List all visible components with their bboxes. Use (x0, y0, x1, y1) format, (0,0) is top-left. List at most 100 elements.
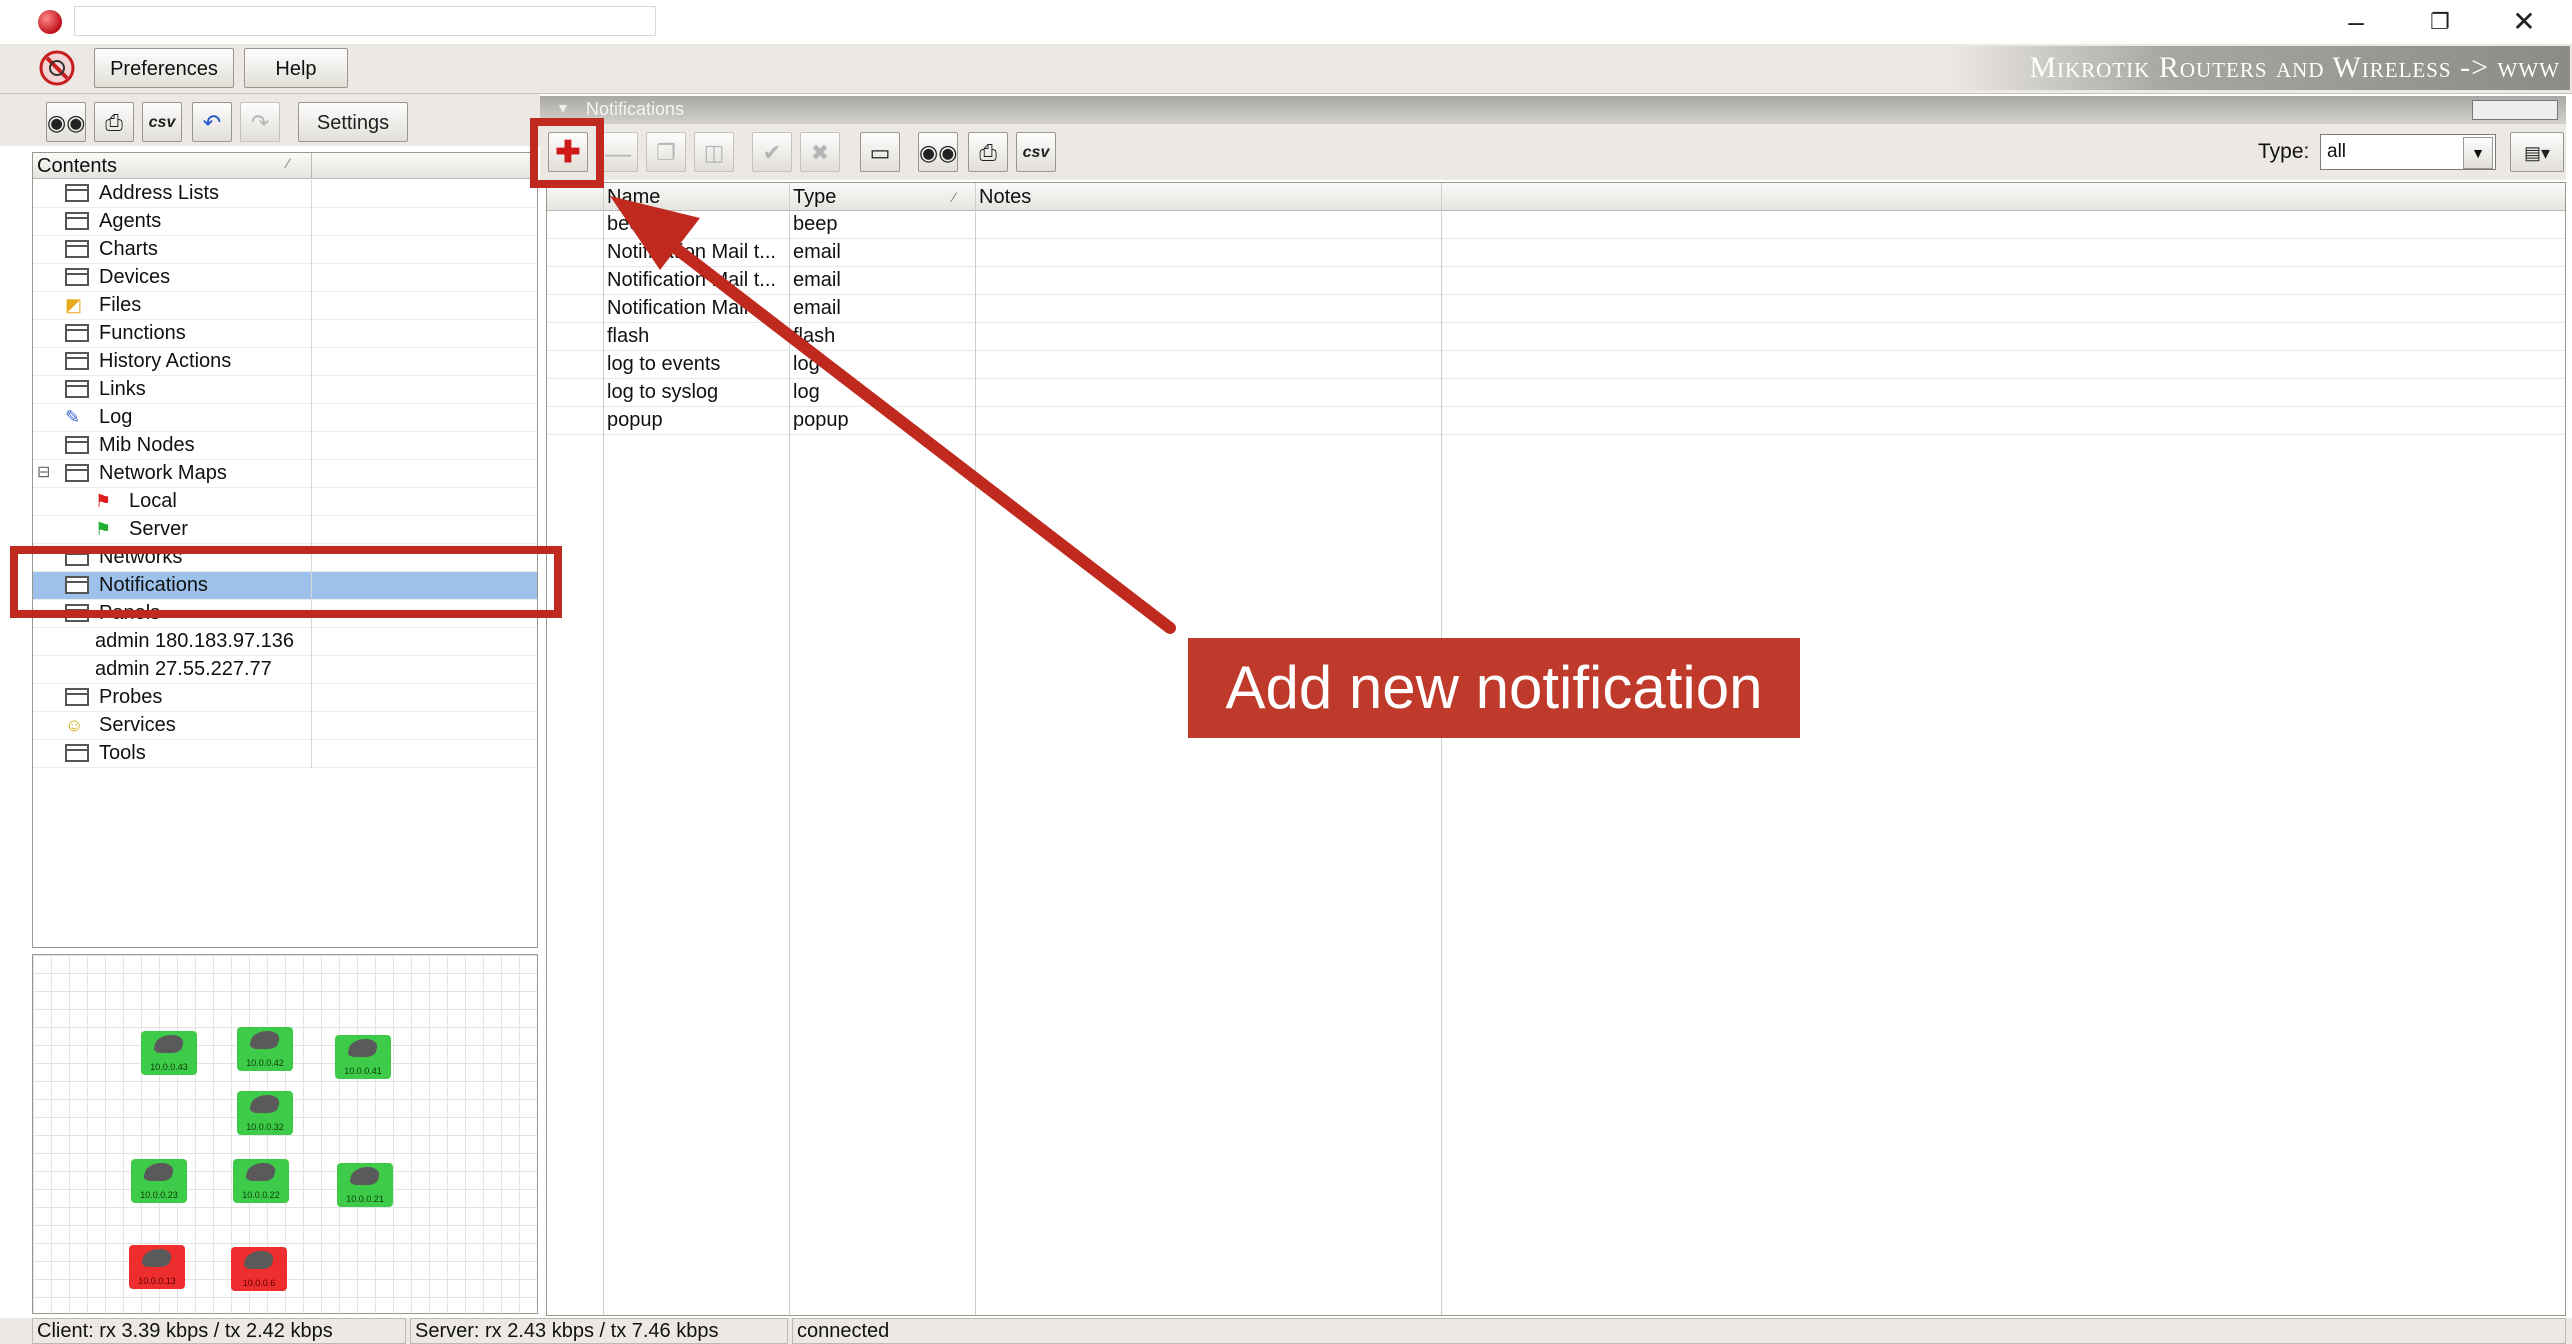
map-node-label: 10.0.0.32 (246, 1122, 284, 1132)
table-icon (65, 744, 89, 762)
table-row[interactable]: log to syslog log (547, 379, 2565, 407)
map-node[interactable]: 10.0.0.6 (231, 1247, 287, 1291)
table-row[interactable]: beep beep (547, 211, 2565, 239)
table-row[interactable]: Notification Mail t... email (547, 239, 2565, 267)
enable-button[interactable]: ✔ (752, 132, 792, 172)
cell-type: email (793, 297, 841, 319)
table-row[interactable]: log to events log (547, 351, 2565, 379)
tree-item[interactable]: admin 27.55.227.77 (33, 656, 537, 684)
tree-item[interactable]: ◩ Files (33, 292, 537, 320)
tree-item[interactable]: ⚑ Server (33, 516, 537, 544)
column-header-notes[interactable]: Notes (979, 186, 1031, 209)
remove-button[interactable]: — (598, 132, 638, 172)
export-csv-button-right[interactable]: csv (1016, 132, 1056, 172)
app-menu-icon[interactable] (38, 49, 76, 87)
collapse-icon[interactable]: ▼ (556, 100, 570, 116)
table-row[interactable]: Notification Mail email (547, 295, 2565, 323)
map-node[interactable]: 10.0.0.21 (337, 1163, 393, 1207)
paste-button[interactable]: ◫ (694, 132, 734, 172)
cell-type: log (793, 381, 820, 403)
table-icon (65, 380, 89, 398)
columns-menu-button[interactable]: ▤▾ (2510, 132, 2564, 172)
tree-item-label: Probes (99, 686, 163, 708)
column-divider (311, 376, 312, 404)
chevron-down-icon[interactable]: ▼ (2463, 137, 2493, 169)
redo-button[interactable]: ↷ (240, 102, 280, 142)
minimize-button[interactable]: – (2326, 4, 2386, 40)
table-row[interactable]: flash flash (547, 323, 2565, 351)
map-node[interactable]: 10.0.0.23 (131, 1159, 187, 1203)
find-button-right[interactable]: ◉◉ (918, 132, 958, 172)
map-node[interactable]: 10.0.0.32 (237, 1091, 293, 1135)
map-node[interactable]: 10.0.0.13 (129, 1245, 185, 1289)
column-divider (789, 183, 790, 1315)
cell-name: popup (607, 409, 663, 431)
tree-item[interactable]: Links (33, 376, 537, 404)
column-divider (311, 153, 312, 179)
tree-item[interactable]: ☺ Services (33, 712, 537, 740)
copy-button[interactable]: ❐ (646, 132, 686, 172)
tree-item[interactable]: Functions (33, 320, 537, 348)
map-node-label: 10.0.0.42 (246, 1058, 284, 1068)
cell-type: email (793, 241, 841, 263)
tree-item[interactable]: Devices (33, 264, 537, 292)
preferences-button[interactable]: Preferences (94, 48, 234, 88)
tree-item[interactable]: Agents (33, 208, 537, 236)
map-node[interactable]: 10.0.0.22 (233, 1159, 289, 1203)
undo-button[interactable]: ↶ (192, 102, 232, 142)
services-icon: ☺ (65, 715, 84, 735)
network-map-preview[interactable]: 10.0.0.43 10.0.0.42 10.0.0.41 10.0.0.32 10.0… (32, 954, 538, 1314)
find-button[interactable]: ◉◉ (46, 102, 86, 142)
restore-button[interactable]: ❐ (2410, 4, 2470, 40)
cell-name: Notification Mail t... (607, 241, 776, 263)
print-button-right[interactable]: ⎙ (968, 132, 1008, 172)
tree-item-label: Files (99, 294, 142, 316)
table-row[interactable]: popup popup (547, 407, 2565, 435)
tree-item[interactable]: ⊟ Network Maps (33, 460, 537, 488)
log-icon: ✎ (65, 407, 81, 427)
type-filter-select[interactable]: all ▼ (2320, 134, 2496, 170)
print-button[interactable]: ⎙ (94, 102, 134, 142)
column-divider (311, 180, 312, 208)
cell-type: beep (793, 213, 838, 235)
tree-item-label: Links (99, 378, 146, 400)
tree-item[interactable]: admin 180.183.97.136 (33, 628, 537, 656)
tree-item[interactable]: Tools (33, 740, 537, 768)
tree-item-label: Agents (99, 210, 162, 232)
column-divider (311, 432, 312, 460)
panel-title: Notifications (586, 99, 685, 119)
tree-item[interactable]: ⚑ Local (33, 488, 537, 516)
layout-switcher-icon[interactable] (2472, 100, 2558, 120)
help-button[interactable]: Help (244, 48, 348, 88)
comment-button[interactable]: ▭ (860, 132, 900, 172)
table-icon (65, 212, 89, 230)
close-button[interactable]: ✕ (2494, 4, 2554, 40)
tree-item[interactable]: Address Lists (33, 180, 537, 208)
column-divider (311, 348, 312, 376)
cell-name: Notification Mail (607, 297, 749, 319)
tree-item[interactable]: ✎ Log (33, 404, 537, 432)
map-node[interactable]: 10.0.0.41 (335, 1035, 391, 1079)
map-node[interactable]: 10.0.0.43 (141, 1031, 197, 1075)
table-row[interactable]: Notification Mail t... email (547, 267, 2565, 295)
tree-item[interactable]: Probes (33, 684, 537, 712)
router-icon (142, 1163, 176, 1181)
tree-item[interactable]: Mib Nodes (33, 432, 537, 460)
notifications-panel-header: ▼ Notifications (540, 96, 2566, 124)
column-header-type[interactable]: Type (793, 186, 836, 209)
tree-item[interactable]: History Actions (33, 348, 537, 376)
collapse-icon[interactable]: ⊟ (37, 462, 50, 482)
settings-button[interactable]: Settings (298, 102, 408, 142)
undo-icon: ↶ (202, 110, 222, 135)
tree-item-label: admin 180.183.97.136 (95, 630, 295, 652)
table-header: Name Type ⁄ Notes (547, 183, 2565, 211)
export-csv-button[interactable]: csv (142, 102, 182, 142)
disable-button[interactable]: ✖ (800, 132, 840, 172)
minus-icon: — (605, 138, 631, 168)
router-icon (140, 1249, 174, 1267)
tree-item-label: Address Lists (99, 182, 220, 204)
tree-item[interactable]: Charts (33, 236, 537, 264)
table-icon (65, 324, 89, 342)
map-node[interactable]: 10.0.0.42 (237, 1027, 293, 1071)
column-header-name[interactable]: Name (607, 186, 660, 209)
